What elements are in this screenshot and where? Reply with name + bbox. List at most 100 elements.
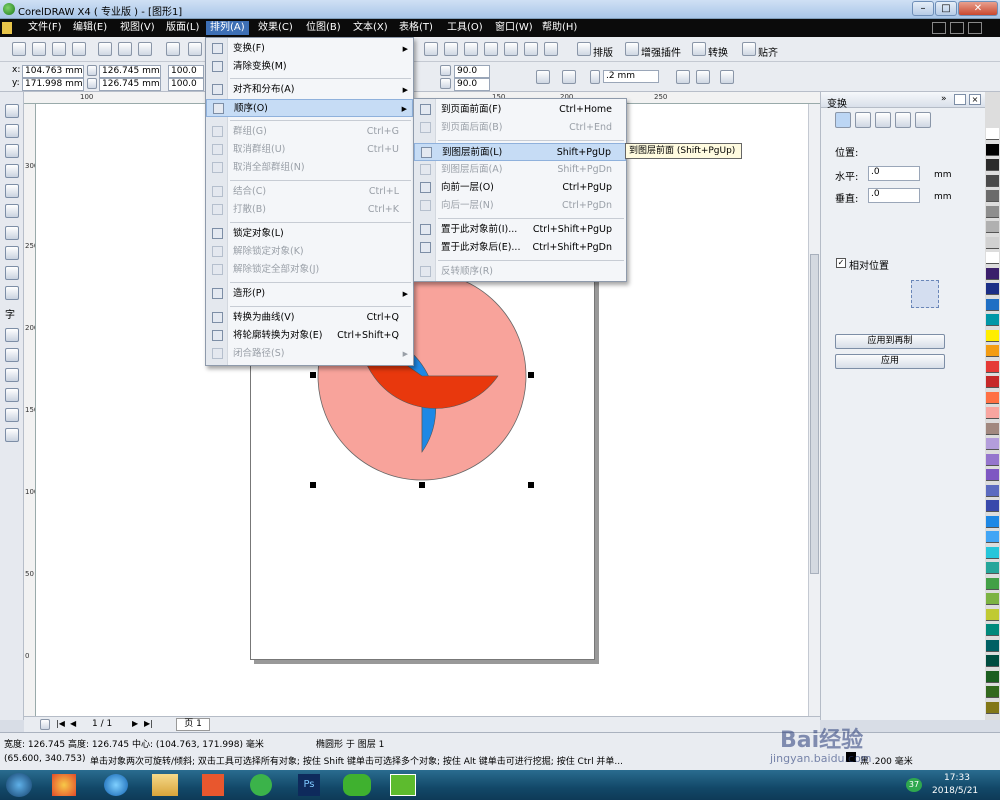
palette-swatch[interactable] — [986, 453, 999, 466]
ellipse-tool-icon[interactable] — [5, 246, 19, 260]
last-page-icon[interactable]: ▶| — [144, 719, 153, 728]
app-icon[interactable] — [52, 774, 76, 796]
zoom-tool-icon[interactable] — [5, 164, 19, 178]
arrange-menu-item[interactable]: 顺序(O) ▶ — [206, 99, 413, 117]
folder-icon[interactable] — [152, 774, 178, 796]
selection-handle[interactable] — [310, 482, 316, 488]
arrange-menu-item[interactable]: 转换为曲线(V) Ctrl+Q — [206, 309, 413, 327]
zoom-width-icon[interactable] — [524, 42, 538, 56]
scale-x-field[interactable]: 100.0 — [168, 65, 204, 78]
convert-button[interactable]: 转换 — [708, 44, 728, 59]
order-menu-item[interactable]: 到图层前面(L) Shift+PgUp — [414, 143, 626, 161]
order-menu-item[interactable]: 置于此对象后(E)... Ctrl+Shift+PgDn — [414, 239, 626, 257]
new-icon[interactable] — [12, 42, 26, 56]
palette-swatch[interactable] — [986, 670, 999, 683]
order-menu-item[interactable]: 置于此对象前(I)... Ctrl+Shift+PgUp — [414, 221, 626, 239]
menu-layout[interactable]: 版面(L) — [162, 21, 203, 35]
palette-swatch[interactable] — [986, 391, 999, 404]
arc-icon[interactable] — [536, 70, 550, 84]
palette-swatch[interactable] — [986, 128, 999, 140]
arrange-menu-item[interactable]: 造形(P) ▶ — [206, 285, 413, 303]
arrange-menu-item[interactable]: 变换(F) ▶ — [206, 40, 413, 58]
fill-tool-icon[interactable] — [5, 408, 19, 422]
document-icon[interactable] — [2, 22, 12, 34]
scrollbar-thumb[interactable] — [810, 254, 819, 574]
skew-tab-icon[interactable] — [915, 112, 931, 128]
palette-swatch[interactable] — [986, 438, 999, 450]
palette-swatch[interactable] — [986, 515, 999, 528]
wrap-icon[interactable] — [562, 70, 576, 84]
palette-swatch[interactable] — [986, 283, 999, 295]
palette-swatch[interactable] — [986, 345, 999, 357]
doc-close-button[interactable] — [968, 22, 982, 34]
arrange-menu-item[interactable]: 清除变换(M) — [206, 58, 413, 76]
size-tab-icon[interactable] — [895, 112, 911, 128]
zoom-out-icon[interactable] — [444, 42, 458, 56]
palette-swatch[interactable] — [986, 143, 999, 156]
selection-handle[interactable] — [528, 372, 534, 378]
snap-button[interactable]: 贴齐 — [758, 44, 778, 59]
vertical-scrollbar[interactable] — [808, 104, 820, 716]
zoom-page-icon[interactable] — [504, 42, 518, 56]
palette-swatch[interactable] — [986, 376, 999, 388]
docker-minimize-button[interactable] — [954, 94, 966, 105]
outline-tool-icon[interactable] — [5, 388, 19, 402]
rotate-tab-icon[interactable] — [855, 112, 871, 128]
width-field[interactable]: 126.745 mm — [99, 65, 161, 78]
prev-page-icon[interactable]: ◀ — [70, 719, 76, 728]
doc-minimize-button[interactable] — [932, 22, 946, 34]
outline-width-select[interactable]: .2 mm — [603, 70, 659, 83]
docker-close-button[interactable]: × — [969, 94, 981, 105]
zoom-all-icon[interactable] — [484, 42, 498, 56]
relative-position-checkbox[interactable]: ✓ — [836, 258, 846, 268]
palette-swatch[interactable] — [986, 500, 999, 512]
arrange-menu-item[interactable]: 锁定对象(L) — [206, 225, 413, 243]
palette-swatch[interactable] — [986, 221, 999, 233]
snap-icon[interactable] — [742, 42, 756, 56]
doc-restore-button[interactable] — [950, 22, 964, 34]
palette-swatch[interactable] — [986, 577, 999, 590]
palette-swatch[interactable] — [986, 655, 999, 667]
photoshop-icon[interactable]: Ps — [298, 774, 320, 796]
polygon-tool-icon[interactable] — [5, 266, 19, 280]
zoom-in-icon[interactable] — [424, 42, 438, 56]
y-field[interactable]: 171.998 mm — [22, 78, 84, 91]
blend-tool-icon[interactable] — [5, 348, 19, 362]
save-icon[interactable] — [52, 42, 66, 56]
palette-swatch[interactable] — [986, 546, 999, 559]
palette-swatch[interactable] — [986, 159, 999, 171]
zoom-height-icon[interactable] — [544, 42, 558, 56]
table-tool-icon[interactable] — [5, 328, 19, 342]
palette-swatch[interactable] — [986, 174, 999, 187]
first-page-icon[interactable]: |◀ — [56, 719, 65, 728]
plugin-icon[interactable] — [625, 42, 639, 56]
copy-icon[interactable] — [118, 42, 132, 56]
wechat-icon[interactable] — [343, 774, 371, 796]
crop-tool-icon[interactable] — [5, 144, 19, 158]
palette-swatch[interactable] — [986, 205, 999, 218]
to-back-icon[interactable] — [696, 70, 710, 84]
menu-bitmaps[interactable]: 位图(B) — [302, 21, 345, 35]
freehand-tool-icon[interactable] — [5, 184, 19, 198]
apply-button[interactable]: 应用 — [835, 354, 945, 369]
menu-window[interactable]: 窗口(W) — [491, 21, 537, 35]
selection-handle[interactable] — [528, 482, 534, 488]
selection-handle[interactable] — [310, 372, 316, 378]
scale-y-field[interactable]: 100.0 — [168, 78, 204, 91]
apply-to-duplicate-button[interactable]: 应用到再制 — [835, 334, 945, 349]
palette-swatch[interactable] — [986, 593, 999, 605]
rectangle-tool-icon[interactable] — [5, 226, 19, 240]
smart-fill-icon[interactable] — [5, 204, 19, 218]
menu-arrange[interactable]: 排列(A) — [206, 21, 249, 35]
menu-edit[interactable]: 编辑(E) — [69, 21, 111, 35]
palette-swatch[interactable] — [986, 360, 999, 373]
angle-field-1[interactable]: 90.0 — [454, 65, 490, 78]
text-tool-icon[interactable]: 字 — [5, 306, 19, 321]
minimize-button[interactable]: – — [912, 1, 934, 16]
menu-effects[interactable]: 效果(C) — [254, 21, 297, 35]
height-field[interactable]: 126.745 mm — [99, 78, 161, 91]
basic-shapes-icon[interactable] — [5, 286, 19, 300]
coreldraw-taskbar-icon[interactable] — [390, 774, 416, 796]
convert-icon[interactable] — [692, 42, 706, 56]
palette-swatch[interactable] — [986, 624, 999, 636]
